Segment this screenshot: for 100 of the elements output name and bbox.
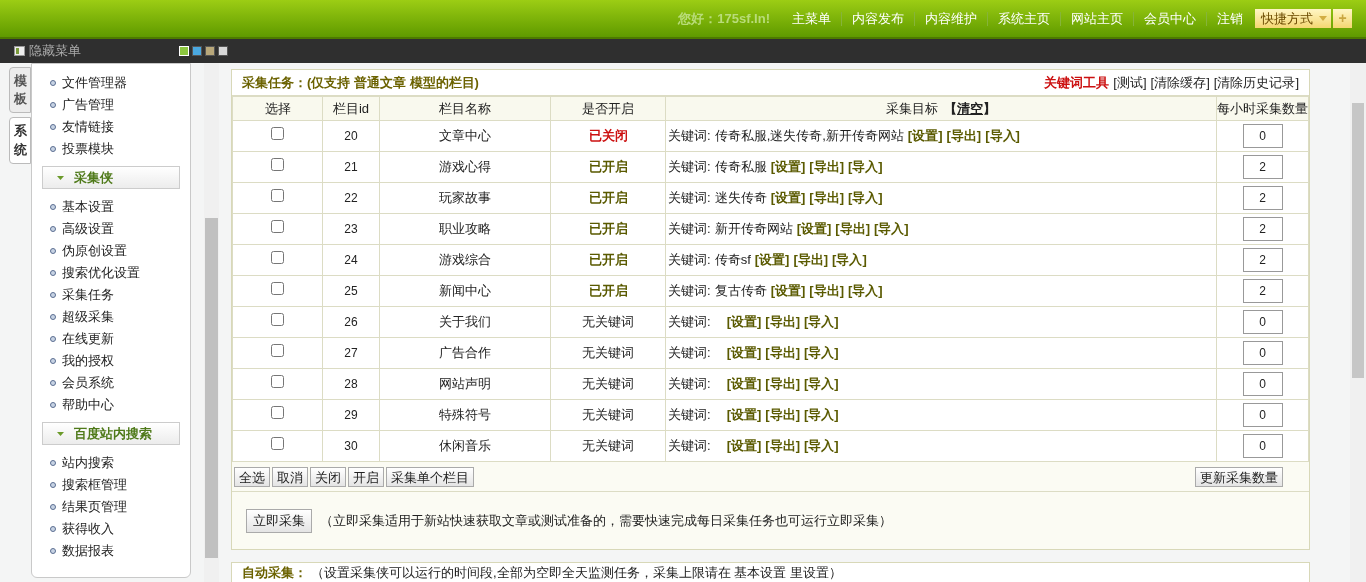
action-link[interactable]: [导出] [809, 281, 844, 301]
action-link[interactable]: [导入] [803, 343, 839, 363]
row-checkbox[interactable] [271, 406, 284, 420]
action-link[interactable]: [设置] [726, 405, 762, 425]
action-link[interactable]: [导入] [803, 405, 839, 425]
update-count-button[interactable]: 更新采集数量 [1195, 466, 1283, 487]
count-input[interactable]: 2 [1242, 186, 1283, 210]
count-input[interactable]: 2 [1242, 155, 1283, 179]
shortcut-dropdown[interactable]: 快捷方式 [1255, 9, 1331, 28]
sidebar-item[interactable]: 获得收入 [62, 519, 114, 539]
sidebar-item[interactable]: 会员系统 [62, 373, 114, 393]
action-link[interactable]: [设置] [726, 312, 762, 332]
count-input[interactable]: 2 [1242, 217, 1283, 241]
status-cell: 已开启 [550, 151, 666, 183]
action-link[interactable]: [设置] [796, 219, 832, 239]
action-link[interactable]: [导入] [847, 157, 883, 177]
row-checkbox[interactable] [271, 437, 284, 451]
action-link[interactable]: [设置] [726, 343, 762, 363]
row-checkbox[interactable] [271, 344, 284, 358]
action-link[interactable]: [导出] [793, 250, 829, 270]
run-now-button[interactable]: 立即采集 [246, 508, 312, 533]
action-link[interactable]: [导入] [985, 126, 1020, 146]
section-header[interactable]: 采集侠 [42, 166, 180, 189]
tool-link[interactable]: [测试] [1113, 72, 1147, 93]
action-link[interactable]: [导入] [847, 188, 883, 208]
count-input[interactable]: 2 [1242, 279, 1283, 303]
sidebar-item[interactable]: 广告管理 [62, 95, 114, 115]
action-link[interactable]: [导入] [803, 374, 839, 394]
tool-link[interactable]: [清除缓存] [1150, 72, 1210, 93]
caret-icon [1319, 16, 1327, 21]
action-link[interactable]: [导入] [832, 250, 867, 270]
action-link[interactable]: [设置] [770, 281, 806, 301]
row-checkbox[interactable] [271, 282, 284, 296]
action-link[interactable]: [导入] [803, 312, 839, 332]
clear-link[interactable]: 清空 [957, 100, 983, 116]
count-input[interactable]: 0 [1242, 310, 1283, 334]
table-cell: 27 [322, 337, 380, 369]
row-checkbox[interactable] [271, 158, 284, 172]
action-link[interactable]: [设置] [770, 188, 806, 208]
action-link[interactable]: [导出] [835, 219, 870, 239]
row-checkbox[interactable] [271, 220, 284, 234]
sidebar-item[interactable]: 友情链接 [62, 117, 114, 137]
action-link[interactable]: [设置] [726, 436, 762, 456]
action-link[interactable]: [导出] [809, 157, 844, 177]
sidebar-item[interactable]: 结果页管理 [62, 497, 127, 517]
sidebar-item[interactable]: 搜索框管理 [62, 475, 127, 495]
action-link[interactable]: [导出] [765, 405, 800, 425]
action-button[interactable]: 全选 [234, 466, 270, 487]
action-link[interactable]: [导出] [809, 188, 844, 208]
action-link[interactable]: [导出] [765, 436, 800, 456]
action-link[interactable]: [导入] [847, 281, 883, 301]
sidebar-item[interactable]: 搜索优化设置 [62, 263, 140, 283]
sidebar-item[interactable]: 文件管理器 [62, 73, 127, 93]
action-button[interactable]: 关闭 [310, 466, 346, 487]
count-input[interactable]: 0 [1242, 341, 1283, 365]
action-link[interactable]: [设置] [726, 374, 762, 394]
sidebar-item[interactable]: 伪原创设置 [62, 241, 127, 261]
scrollbar[interactable] [1350, 63, 1366, 582]
action-link[interactable]: [设置] [754, 250, 790, 270]
section-header[interactable]: 百度站内搜索 [42, 422, 180, 445]
theme-swatch[interactable] [205, 46, 215, 56]
count-input[interactable]: 0 [1242, 403, 1283, 427]
sidebar-item[interactable]: 在线更新 [62, 329, 114, 349]
count-input[interactable]: 0 [1242, 124, 1283, 148]
sidebar-item[interactable]: 投票模块 [62, 139, 114, 159]
action-link[interactable]: [设置] [907, 126, 943, 146]
action-link[interactable]: [导出] [765, 312, 800, 332]
row-checkbox[interactable] [271, 251, 284, 265]
action-link[interactable]: [导出] [765, 343, 800, 363]
side-tab[interactable]: 系统 [9, 117, 31, 164]
theme-swatch[interactable] [218, 46, 228, 56]
action-button[interactable]: 开启 [348, 466, 384, 487]
keyword-tool-link[interactable]: 关键词工具 [1044, 72, 1110, 93]
action-link[interactable]: [导入] [873, 219, 909, 239]
hide-menu-button[interactable]: 隐藏菜单 [14, 41, 81, 61]
row-checkbox[interactable] [271, 313, 284, 327]
sidebar-item[interactable]: 基本设置 [62, 197, 114, 217]
sidebar-item[interactable]: 数据报表 [62, 541, 114, 561]
sidebar-item[interactable]: 站内搜索 [62, 453, 114, 473]
row-checkbox[interactable] [271, 189, 284, 203]
sidebar-item[interactable]: 超级采集 [62, 307, 114, 327]
action-link[interactable]: [导出] [946, 126, 982, 146]
side-tab[interactable]: 模板 [9, 67, 31, 114]
row-checkbox[interactable] [271, 127, 284, 141]
theme-swatch[interactable] [192, 46, 202, 56]
tool-link[interactable]: [清除历史记录] [1213, 72, 1299, 93]
action-button[interactable]: 采集单个栏目 [386, 466, 474, 487]
sidebar-item[interactable]: 帮助中心 [62, 395, 114, 415]
count-input[interactable]: 2 [1242, 248, 1283, 272]
count-input[interactable]: 0 [1242, 372, 1283, 396]
sidebar-item[interactable]: 我的授权 [62, 351, 114, 371]
action-link[interactable]: [设置] [770, 157, 806, 177]
row-checkbox[interactable] [271, 375, 284, 389]
action-link[interactable]: [导出] [765, 374, 800, 394]
sidebar-item[interactable]: 高级设置 [62, 219, 114, 239]
count-input[interactable]: 0 [1242, 434, 1283, 458]
action-button[interactable]: 取消 [272, 466, 308, 487]
scrollbar[interactable] [203, 63, 219, 582]
sidebar-item[interactable]: 采集任务 [62, 285, 114, 305]
action-link[interactable]: [导入] [803, 436, 839, 456]
